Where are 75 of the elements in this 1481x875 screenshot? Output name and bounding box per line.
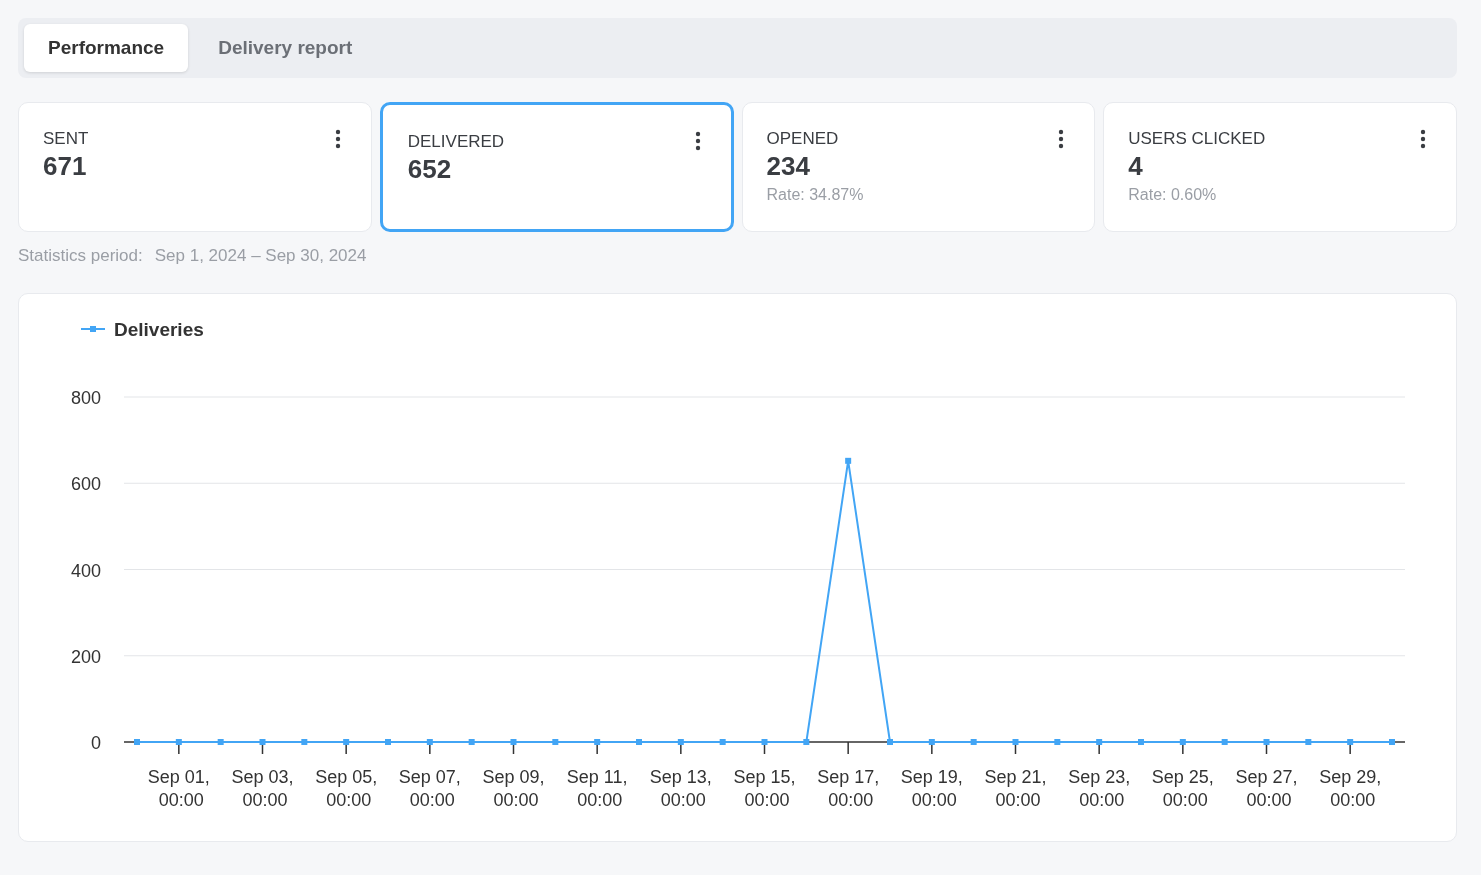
stat-value: 652 <box>407 154 453 185</box>
data-point <box>719 739 726 745</box>
data-point <box>1221 739 1228 745</box>
stat-value: 234 <box>766 151 811 182</box>
more-icon[interactable] <box>694 131 701 151</box>
period-value: Sep 1, 2024 – Sep 30, 2024 <box>154 246 367 266</box>
data-point <box>1054 739 1061 745</box>
stat-value: 671 <box>43 151 88 182</box>
x-tick-label: Sep 17, 00:00 <box>817 767 880 810</box>
data-point <box>468 739 475 745</box>
data-point <box>510 739 517 745</box>
data-point <box>636 739 642 745</box>
x-tick-label: Sep 25, 00:00 <box>1151 767 1214 810</box>
data-point <box>1096 739 1103 745</box>
x-tick-label: Sep 23, 00:00 <box>1068 767 1131 810</box>
x-tick-label: Sep 09, 00:00 <box>482 767 545 810</box>
y-tick-label: 800 <box>70 388 101 408</box>
stat-rate: Rate: 34.87% <box>766 186 865 204</box>
data-point <box>385 739 391 745</box>
stat-card[interactable]: SENT 671 <box>18 102 372 232</box>
stat-rate: Rate: 0.60% <box>1128 186 1218 204</box>
tab[interactable]: Delivery report <box>194 24 377 72</box>
data-point <box>677 739 684 745</box>
stat-label: DELIVERED <box>407 132 505 152</box>
legend-label[interactable]: Deliveries <box>114 319 204 340</box>
y-tick-label: 200 <box>70 646 101 667</box>
stat-card[interactable]: DELIVERED 652 <box>379 102 734 232</box>
data-point <box>1012 739 1019 745</box>
stat-label: OPENED <box>766 129 839 149</box>
x-tick-label: Sep 19, 00:00 <box>900 767 963 810</box>
x-tick-label: Sep 07, 00:00 <box>398 767 461 810</box>
data-point <box>803 739 810 745</box>
data-point <box>552 739 559 745</box>
data-point <box>217 739 224 745</box>
tab[interactable]: Performance <box>24 24 189 72</box>
more-icon[interactable] <box>1420 129 1426 149</box>
x-tick-label: Sep 03, 00:00 <box>231 767 294 810</box>
data-point <box>426 739 433 745</box>
data-point <box>1389 739 1395 745</box>
x-tick-label: Sep 13, 00:00 <box>649 767 712 810</box>
legend-icon <box>80 326 106 332</box>
data-point <box>1138 739 1144 745</box>
data-point <box>1179 739 1186 745</box>
data-point <box>845 457 852 464</box>
x-tick-label: Sep 11, 00:00 <box>566 767 628 810</box>
x-tick-label: Sep 29, 00:00 <box>1319 767 1382 810</box>
stat-value: 4 <box>1128 151 1144 182</box>
data-point <box>259 739 266 745</box>
stat-card[interactable]: USERS CLICKED 4 Rate: 0.60% <box>1103 102 1457 232</box>
stat-card[interactable]: OPENED 234 Rate: 34.87% <box>741 102 1096 232</box>
data-point <box>887 739 893 745</box>
data-point <box>928 739 935 745</box>
data-point <box>1263 739 1270 745</box>
x-tick-label: Sep 21, 00:00 <box>984 767 1047 810</box>
data-point <box>134 739 140 745</box>
y-tick-label: 0 <box>91 733 101 753</box>
period-label: Statistics period: <box>18 246 143 266</box>
y-tick-label: 600 <box>70 474 101 495</box>
data-point <box>343 739 350 745</box>
more-icon[interactable] <box>334 129 341 149</box>
more-icon[interactable] <box>1058 129 1065 149</box>
data-point <box>1305 739 1312 745</box>
stat-label: SENT <box>43 129 89 149</box>
x-tick-label: Sep 15, 00:00 <box>733 767 796 810</box>
data-point <box>1347 739 1354 745</box>
data-point <box>594 739 601 745</box>
data-point <box>301 739 308 745</box>
data-point <box>761 739 768 745</box>
x-tick-label: Sep 05, 00:00 <box>315 767 378 810</box>
x-tick-label: Sep 01, 00:00 <box>147 767 210 810</box>
y-tick-label: 400 <box>70 560 101 581</box>
x-tick-label: Sep 27, 00:00 <box>1235 767 1298 810</box>
stat-label: USERS CLICKED <box>1128 129 1266 149</box>
data-point <box>175 739 182 745</box>
data-point <box>970 739 977 745</box>
